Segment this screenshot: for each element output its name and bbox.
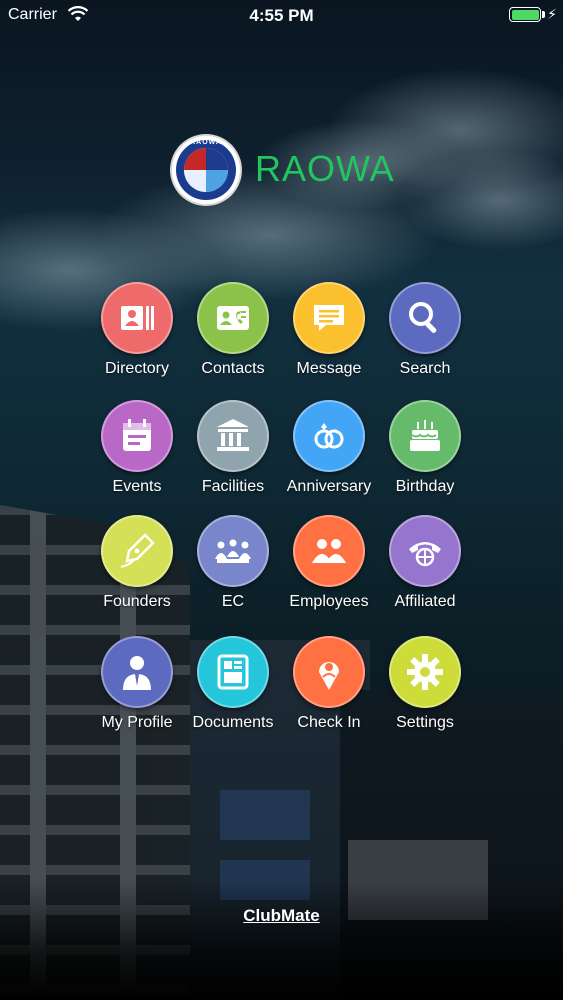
menu-item-my-profile[interactable]: My Profile — [82, 636, 192, 732]
status-bar: Carrier 4:55 PM ⚡ — [0, 0, 563, 30]
cake-icon[interactable] — [389, 400, 461, 472]
menu-item-contacts[interactable]: Contacts — [178, 282, 288, 378]
menu-item-label: Search — [399, 360, 451, 377]
menu-item-ec[interactable]: EC — [178, 515, 288, 611]
menu-item-affiliated[interactable]: Affiliated — [370, 515, 480, 611]
menu-item-employees[interactable]: Employees — [274, 515, 384, 611]
menu-item-label: Founders — [103, 593, 171, 610]
menu-item-settings[interactable]: Settings — [370, 636, 480, 732]
clubmate-link[interactable]: ClubMate — [0, 906, 563, 926]
raowa-logo: RAOWA — [172, 136, 240, 204]
globe-phone-icon[interactable] — [389, 515, 461, 587]
menu-item-label: Check In — [297, 714, 361, 731]
menu-item-label: My Profile — [101, 714, 173, 731]
search-icon[interactable] — [389, 282, 461, 354]
location-pin-icon[interactable] — [293, 636, 365, 708]
menu-item-label: Events — [112, 478, 162, 495]
menu-item-label: Directory — [104, 360, 169, 377]
menu-item-birthday[interactable]: Birthday — [370, 400, 480, 496]
menu-item-directory[interactable]: Directory — [82, 282, 192, 378]
menu-item-anniversary[interactable]: Anniversary — [274, 400, 384, 496]
directory-card-icon[interactable] — [101, 282, 173, 354]
home-screen: Carrier 4:55 PM ⚡ RAOWA RAOWA Directory C… — [0, 0, 563, 1000]
menu-item-label: Affiliated — [394, 593, 456, 610]
menu-item-label: Employees — [289, 593, 369, 610]
status-time: 4:55 PM — [249, 6, 314, 25]
menu-item-search[interactable]: Search — [370, 282, 480, 378]
document-grid-icon[interactable] — [197, 636, 269, 708]
profile-person-icon[interactable] — [101, 636, 173, 708]
message-bubble-icon[interactable] — [293, 282, 365, 354]
menu-item-label: EC — [221, 593, 245, 610]
menu-item-check-in[interactable]: Check In — [274, 636, 384, 732]
menu-item-label: Anniversary — [286, 478, 372, 495]
pen-nib-icon[interactable] — [101, 515, 173, 587]
calendar-icon[interactable] — [101, 400, 173, 472]
menu-item-message[interactable]: Message — [274, 282, 384, 378]
menu-item-label: Birthday — [395, 478, 455, 495]
menu-item-label: Contacts — [201, 360, 265, 377]
menu-item-label: Settings — [396, 714, 454, 731]
rings-icon[interactable] — [293, 400, 365, 472]
menu-item-documents[interactable]: Documents — [178, 636, 288, 732]
menu-item-facilities[interactable]: Facilities — [178, 400, 288, 496]
contact-card-icon[interactable] — [197, 282, 269, 354]
ground-shadow — [0, 880, 563, 1000]
gear-icon[interactable] — [389, 636, 461, 708]
battery-icon — [509, 7, 541, 22]
menu-item-label: Documents — [192, 714, 274, 731]
menu-item-events[interactable]: Events — [82, 400, 192, 496]
charging-bolt-icon: ⚡ — [547, 6, 557, 22]
logo-text: RAOWA — [190, 139, 222, 146]
menu-item-founders[interactable]: Founders — [82, 515, 192, 611]
menu-item-label: Message — [296, 360, 362, 377]
people-icon[interactable] — [293, 515, 365, 587]
meeting-group-icon[interactable] — [197, 515, 269, 587]
bank-building-icon[interactable] — [197, 400, 269, 472]
menu-item-label: Facilities — [201, 478, 265, 495]
battery-tip — [542, 11, 545, 18]
brand-title: RAOWA — [255, 148, 395, 189]
